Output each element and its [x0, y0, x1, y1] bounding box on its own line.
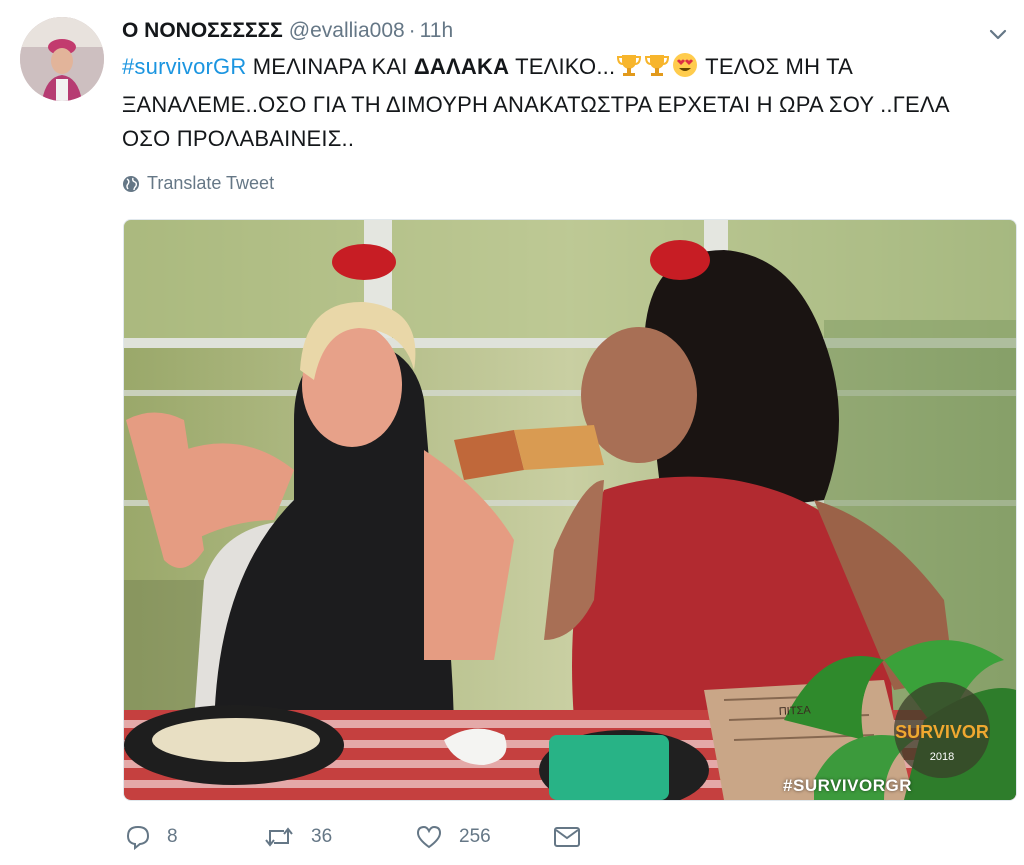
like-button[interactable]: 256 [415, 824, 553, 850]
reply-icon [126, 825, 150, 850]
translate-tweet-button[interactable]: Translate Tweet [122, 173, 274, 194]
user-avatar[interactable] [20, 17, 104, 101]
separator-dot: · [408, 19, 416, 42]
tweet-text-part1: ΜΕΛΙΝΑΡΑ ΚΑΙ [246, 54, 414, 79]
globe-icon [123, 175, 139, 192]
tweet-photo[interactable]: SURVIVOR 2018 ΠΙΤΣΑ #SURVIVORGR [123, 219, 1017, 801]
reply-button[interactable]: 8 [125, 824, 263, 850]
heart-eyes-emoji [672, 52, 698, 88]
chevron-down-icon[interactable] [986, 22, 1010, 46]
retweet-button[interactable]: 36 [263, 824, 415, 850]
trophy-emoji [644, 52, 670, 88]
retweet-icon [265, 827, 293, 847]
survivor-logo-year: 2018 [930, 751, 954, 763]
message-icon [554, 827, 580, 847]
tweet-actions: 8 36 256 [125, 824, 597, 850]
user-handle[interactable]: @evallia008 [289, 19, 405, 42]
tweet-header: Ο ΝΟΝΟΣΣΣΣΣΣ @evallia008 · 11h [122, 18, 453, 44]
hashtag-link[interactable]: #survivorGR [122, 54, 246, 79]
like-count: 256 [459, 826, 491, 847]
direct-message-button[interactable] [553, 825, 597, 849]
retweet-count: 36 [311, 826, 333, 847]
trophy-emoji [616, 52, 642, 88]
avatar-image [20, 17, 104, 101]
tweet-text-part2: ΤΕΛΙΚΟ... [509, 54, 616, 79]
translate-label: Translate Tweet [147, 173, 275, 193]
photo-image: SURVIVOR 2018 ΠΙΤΣΑ [124, 220, 1016, 800]
tweet-card: Ο ΝΟΝΟΣΣΣΣΣΣ @evallia008 · 11h #survivorGR … [0, 0, 1024, 865]
photo-hashtag-overlay: #SURVIVORGR [783, 776, 912, 795]
tweet-text-bold: ΔΑΛΑΚΑ [413, 54, 510, 79]
like-icon [416, 825, 442, 849]
survivor-logo-text: SURVIVOR [895, 722, 989, 742]
tweet-timestamp[interactable]: 11h [420, 19, 453, 42]
display-name[interactable]: Ο ΝΟΝΟΣΣΣΣΣΣ [122, 19, 283, 42]
pizza-box-text: ΠΙΤΣΑ [779, 704, 812, 718]
tweet-text: #survivorGR ΜΕΛΙΝΑΡΑ ΚΑΙ ΔΑΛΑΚΑ ΤΕΛΙΚΟ..… [122, 50, 1002, 156]
reply-count: 8 [167, 826, 178, 847]
